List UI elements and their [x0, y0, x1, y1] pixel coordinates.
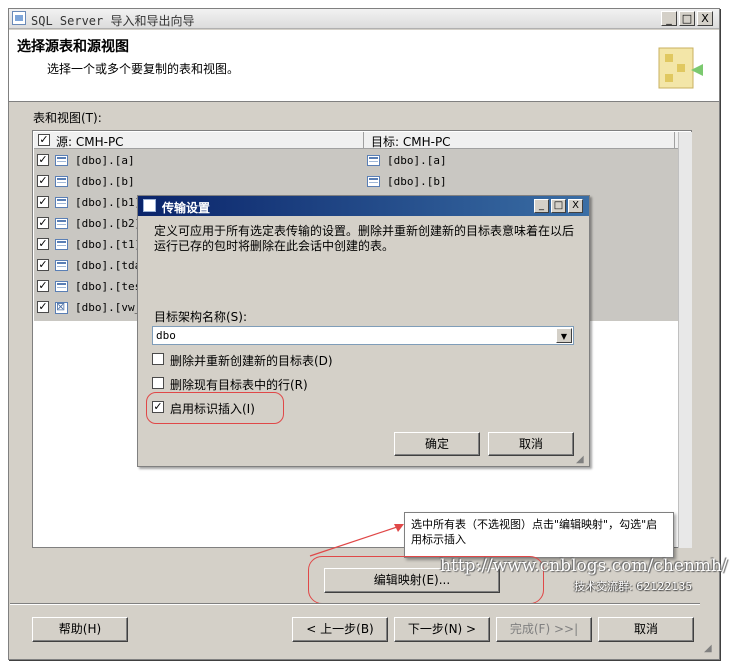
row-checkbox[interactable]: ✓	[37, 154, 49, 166]
table-icon	[367, 155, 380, 166]
source-cell: [dbo].[b1]	[75, 196, 142, 209]
wizard-header: 选择源表和源视图 选择一个或多个要复制的表和视图。	[9, 30, 719, 102]
row-checkbox[interactable]: ✓	[37, 175, 49, 187]
table-icon	[55, 239, 68, 250]
row-checkbox[interactable]: ✓	[37, 301, 49, 313]
source-cell: [dbo].[b]	[75, 175, 135, 188]
watermark-qq: 技术交流群: 62122135	[574, 580, 693, 593]
annotation-callout: 选中所有表（不选视图）点击"编辑映射"，勾选"启用标示插入	[404, 512, 674, 558]
dialog-icon	[143, 199, 156, 212]
dest-column-header[interactable]: 目标: CMH-PC	[365, 132, 675, 149]
drop-recreate-checkbox[interactable]	[152, 353, 164, 365]
source-cell: [dbo].[tes	[75, 280, 142, 293]
dialog-description: 定义可应用于所有选定表传输的设置。删除并重新创建新的目标表意味着在以后运行已存的…	[154, 224, 575, 253]
table-icon	[55, 218, 68, 229]
transfer-settings-dialog: 传输设置 _ □ X 定义可应用于所有选定表传输的设置。删除并重新创建新的目标表…	[137, 195, 590, 467]
table-icon	[55, 155, 68, 166]
row-checkbox[interactable]: ✓	[37, 196, 49, 208]
resize-grip-icon[interactable]: ◢	[704, 643, 712, 654]
watermark-url: http://www.cnblogs.com/chenmh/	[440, 556, 728, 576]
app-icon	[12, 11, 26, 25]
table-icon	[55, 176, 68, 187]
schema-label: 目标架构名称(S):	[154, 310, 248, 324]
dialog-close-button[interactable]: X	[568, 199, 583, 213]
wizard-logo-icon	[658, 47, 703, 89]
delete-rows-option[interactable]: 删除现有目标表中的行(R)	[152, 375, 452, 393]
source-column-header[interactable]: ✓ 源: CMH-PC	[34, 132, 364, 149]
close-button[interactable]: X	[697, 11, 713, 26]
source-header-label: 源: CMH-PC	[56, 135, 124, 149]
grid-header: ✓ 源: CMH-PC 目标: CMH-PC	[34, 132, 678, 149]
row-checkbox[interactable]: ✓	[37, 259, 49, 271]
next-button[interactable]: 下一步(N) >	[394, 617, 490, 642]
schema-combobox[interactable]: dbo ▼	[152, 326, 574, 345]
source-cell: [dbo].[b2]	[75, 217, 142, 230]
dialog-cancel-button[interactable]: 取消	[488, 432, 574, 456]
source-cell: [dbo].[a]	[75, 154, 135, 167]
row-checkbox[interactable]: ✓	[37, 217, 49, 229]
select-all-checkbox[interactable]: ✓	[38, 134, 50, 146]
ok-button[interactable]: 确定	[394, 432, 480, 456]
page-title: 选择源表和源视图	[17, 39, 129, 55]
row-checkbox[interactable]: ✓	[37, 280, 49, 292]
back-button[interactable]: < 上一步(B)	[292, 617, 388, 642]
chevron-down-icon[interactable]: ▼	[556, 328, 572, 343]
table-icon	[55, 197, 68, 208]
tables-label: 表和视图(T):	[33, 111, 102, 125]
annotation-arrow-icon	[309, 524, 404, 557]
dest-header-label: 目标: CMH-PC	[371, 135, 451, 149]
highlight-oval	[146, 392, 284, 424]
table-icon	[55, 281, 68, 292]
help-button[interactable]: 帮助(H)	[32, 617, 128, 642]
footer-divider	[10, 603, 700, 605]
minimize-button[interactable]: _	[661, 11, 677, 26]
grid-scrollbar[interactable]	[678, 132, 692, 548]
table-icon	[367, 176, 380, 187]
drop-recreate-option[interactable]: 删除并重新创建新的目标表(D)	[152, 351, 452, 369]
dialog-maximize-button[interactable]: □	[551, 199, 566, 213]
finish-button[interactable]: 完成(F) >>|	[496, 617, 592, 642]
dest-cell[interactable]: [dbo].[a]	[387, 154, 447, 167]
window-titlebar: SQL Server 导入和导出向导 _ □ X	[9, 9, 719, 29]
maximize-button[interactable]: □	[679, 11, 695, 26]
view-icon	[55, 300, 68, 314]
row-checkbox[interactable]: ✓	[37, 238, 49, 250]
table-icon	[55, 260, 68, 271]
drop-recreate-label: 删除并重新创建新的目标表(D)	[170, 354, 333, 368]
dialog-titlebar: 传输设置 _ □ X	[138, 196, 589, 216]
source-cell: [dbo].[tda	[75, 259, 142, 272]
dialog-minimize-button[interactable]: _	[534, 199, 549, 213]
delete-rows-label: 删除现有目标表中的行(R)	[170, 378, 308, 392]
source-cell: [dbo].[t1]	[75, 238, 142, 251]
cancel-button[interactable]: 取消	[598, 617, 694, 642]
window-title: SQL Server 导入和导出向导	[31, 14, 195, 28]
schema-value: dbo	[156, 329, 176, 342]
table-row[interactable]: ✓ [dbo].[a] [dbo].[a]	[33, 151, 678, 172]
table-row[interactable]: ✓ [dbo].[b] [dbo].[b]	[33, 172, 678, 193]
page-subtitle: 选择一个或多个要复制的表和视图。	[47, 62, 240, 76]
source-cell: [dbo].[vw_	[75, 301, 142, 314]
resize-grip-icon[interactable]: ◢	[576, 454, 588, 466]
dest-cell[interactable]: [dbo].[b]	[387, 175, 447, 188]
dialog-title: 传输设置	[162, 201, 211, 215]
delete-rows-checkbox[interactable]	[152, 377, 164, 389]
